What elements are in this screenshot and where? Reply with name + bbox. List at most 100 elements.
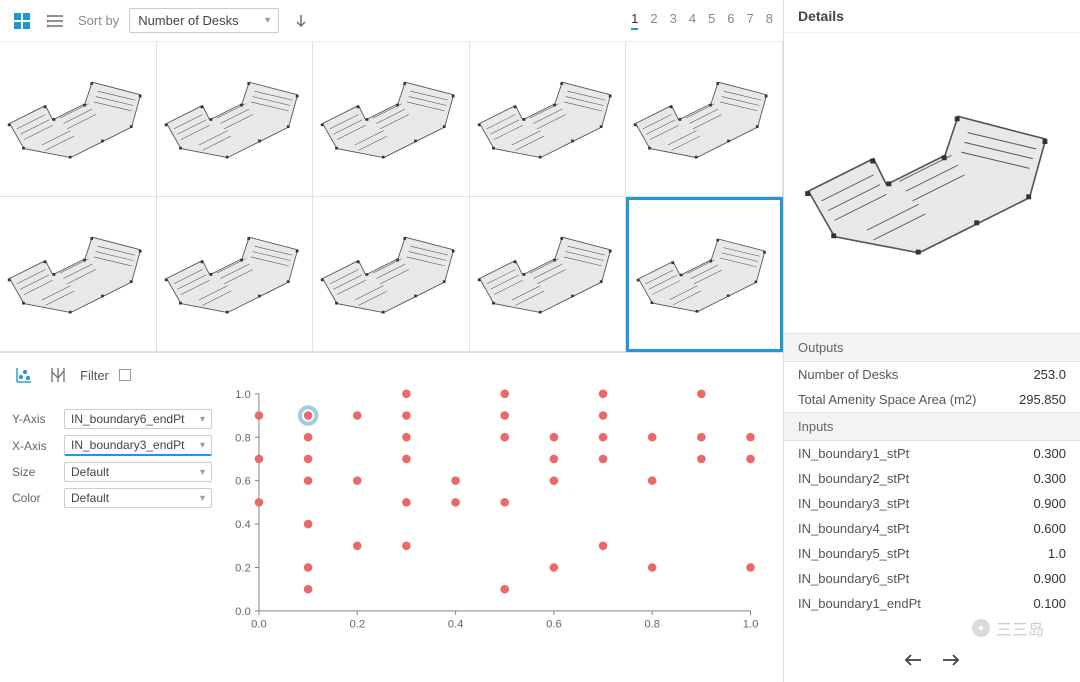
thumbnail-cell[interactable]: [157, 42, 314, 197]
scatter-point[interactable]: [746, 563, 755, 572]
parallel-chart-icon[interactable]: [46, 363, 70, 387]
scatter-point[interactable]: [304, 455, 313, 464]
thumbnail-cell[interactable]: [626, 42, 783, 197]
scatter-plot[interactable]: 0.00.20.40.60.81.00.00.20.40.60.81.0: [218, 363, 771, 654]
page-link[interactable]: 3: [670, 11, 677, 30]
detail-thumbnail: [784, 33, 1080, 333]
thumbnail-cell[interactable]: [313, 197, 470, 352]
thumbnail-cell[interactable]: [626, 197, 783, 352]
svg-text:0.6: 0.6: [546, 618, 562, 630]
svg-text:0.0: 0.0: [251, 618, 267, 630]
list-view-icon[interactable]: [44, 9, 68, 33]
scatter-point[interactable]: [599, 541, 608, 550]
scatter-chart-icon[interactable]: [12, 363, 36, 387]
color-select[interactable]: Default▾: [64, 488, 212, 508]
scatter-point[interactable]: [648, 433, 657, 442]
prev-arrow-icon[interactable]: [901, 648, 925, 672]
page-link[interactable]: 7: [747, 11, 754, 30]
svg-text:0.6: 0.6: [235, 476, 251, 488]
scatter-point[interactable]: [550, 563, 559, 572]
scatter-point[interactable]: [402, 498, 411, 507]
scatter-point[interactable]: [353, 411, 362, 420]
kv-row: IN_boundary3_stPt0.900: [784, 491, 1080, 516]
scatter-point[interactable]: [255, 411, 264, 420]
kv-row: IN_boundary4_stPt0.600: [784, 516, 1080, 541]
scatter-point[interactable]: [353, 541, 362, 550]
chart-area: Filter Y-Axis IN_boundary6_endPt▾ X-Axis…: [0, 353, 783, 682]
xaxis-label: X-Axis: [12, 439, 56, 453]
next-arrow-icon[interactable]: [939, 648, 963, 672]
page-link[interactable]: 6: [727, 11, 734, 30]
kv-row: IN_boundary5_stPt1.0: [784, 541, 1080, 566]
scatter-point[interactable]: [550, 455, 559, 464]
kv-value: 295.850: [1019, 392, 1066, 407]
page-link[interactable]: 5: [708, 11, 715, 30]
yaxis-select[interactable]: IN_boundary6_endPt▾: [64, 409, 212, 429]
scatter-point[interactable]: [746, 433, 755, 442]
scatter-point[interactable]: [599, 411, 608, 420]
kv-key: IN_boundary5_stPt: [798, 546, 909, 561]
scatter-point[interactable]: [746, 455, 755, 464]
kv-row: IN_boundary1_endPt0.100: [784, 591, 1080, 616]
kv-row: IN_boundary6_stPt0.900: [784, 566, 1080, 591]
scatter-point[interactable]: [402, 411, 411, 420]
scatter-point[interactable]: [304, 563, 313, 572]
scatter-point[interactable]: [648, 476, 657, 485]
xaxis-select[interactable]: IN_boundary3_endPt▾: [64, 435, 212, 456]
scatter-point[interactable]: [648, 563, 657, 572]
thumbnail-cell[interactable]: [313, 42, 470, 197]
kv-row: IN_boundary1_stPt0.300: [784, 441, 1080, 466]
sort-direction-icon[interactable]: [289, 9, 313, 33]
scatter-point[interactable]: [550, 433, 559, 442]
scatter-point[interactable]: [255, 455, 264, 464]
filter-checkbox[interactable]: [119, 369, 131, 381]
scatter-point[interactable]: [599, 455, 608, 464]
thumbnail-cell[interactable]: [470, 42, 627, 197]
thumbnail-cell[interactable]: [157, 197, 314, 352]
scatter-point[interactable]: [500, 498, 509, 507]
scatter-point[interactable]: [500, 585, 509, 594]
grid-view-icon[interactable]: [10, 9, 34, 33]
scatter-point[interactable]: [451, 498, 460, 507]
scatter-point[interactable]: [304, 476, 313, 485]
scatter-point[interactable]: [402, 541, 411, 550]
scatter-point[interactable]: [402, 390, 411, 399]
scatter-point[interactable]: [451, 476, 460, 485]
scatter-point[interactable]: [500, 433, 509, 442]
thumbnail-cell[interactable]: [0, 197, 157, 352]
scatter-point[interactable]: [550, 476, 559, 485]
kv-key: IN_boundary3_stPt: [798, 496, 909, 511]
kv-value: 0.300: [1033, 446, 1066, 461]
svg-text:0.8: 0.8: [644, 618, 660, 630]
scatter-point[interactable]: [500, 390, 509, 399]
sort-select[interactable]: Number of Desks ▾: [129, 8, 279, 33]
kv-key: Total Amenity Space Area (m2): [798, 392, 976, 407]
scatter-point[interactable]: [697, 390, 706, 399]
scatter-point[interactable]: [304, 433, 313, 442]
scatter-point[interactable]: [353, 476, 362, 485]
scatter-point[interactable]: [599, 433, 608, 442]
outputs-header: Outputs: [784, 333, 1080, 362]
page-link[interactable]: 2: [650, 11, 657, 30]
scatter-point[interactable]: [402, 433, 411, 442]
page-link[interactable]: 1: [631, 11, 638, 30]
thumbnail-cell[interactable]: [0, 42, 157, 197]
scatter-point[interactable]: [304, 585, 313, 594]
scatter-svg: 0.00.20.40.60.81.00.00.20.40.60.81.0: [218, 363, 771, 654]
kv-value: 0.100: [1033, 596, 1066, 611]
thumbnail-grid-area: [0, 42, 783, 353]
scatter-point[interactable]: [402, 455, 411, 464]
scatter-point[interactable]: [255, 498, 264, 507]
scatter-point[interactable]: [697, 455, 706, 464]
scatter-point[interactable]: [500, 411, 509, 420]
scatter-point[interactable]: [304, 520, 313, 529]
kv-row: IN_boundary2_stPt0.300: [784, 466, 1080, 491]
size-select[interactable]: Default▾: [64, 462, 212, 482]
scatter-point[interactable]: [304, 411, 313, 420]
page-link[interactable]: 8: [766, 11, 773, 30]
page-link[interactable]: 4: [689, 11, 696, 30]
scatter-point[interactable]: [599, 390, 608, 399]
scatter-point[interactable]: [697, 433, 706, 442]
thumbnail-cell[interactable]: [470, 197, 627, 352]
outputs-list: Number of Desks253.0Total Amenity Space …: [784, 362, 1080, 412]
